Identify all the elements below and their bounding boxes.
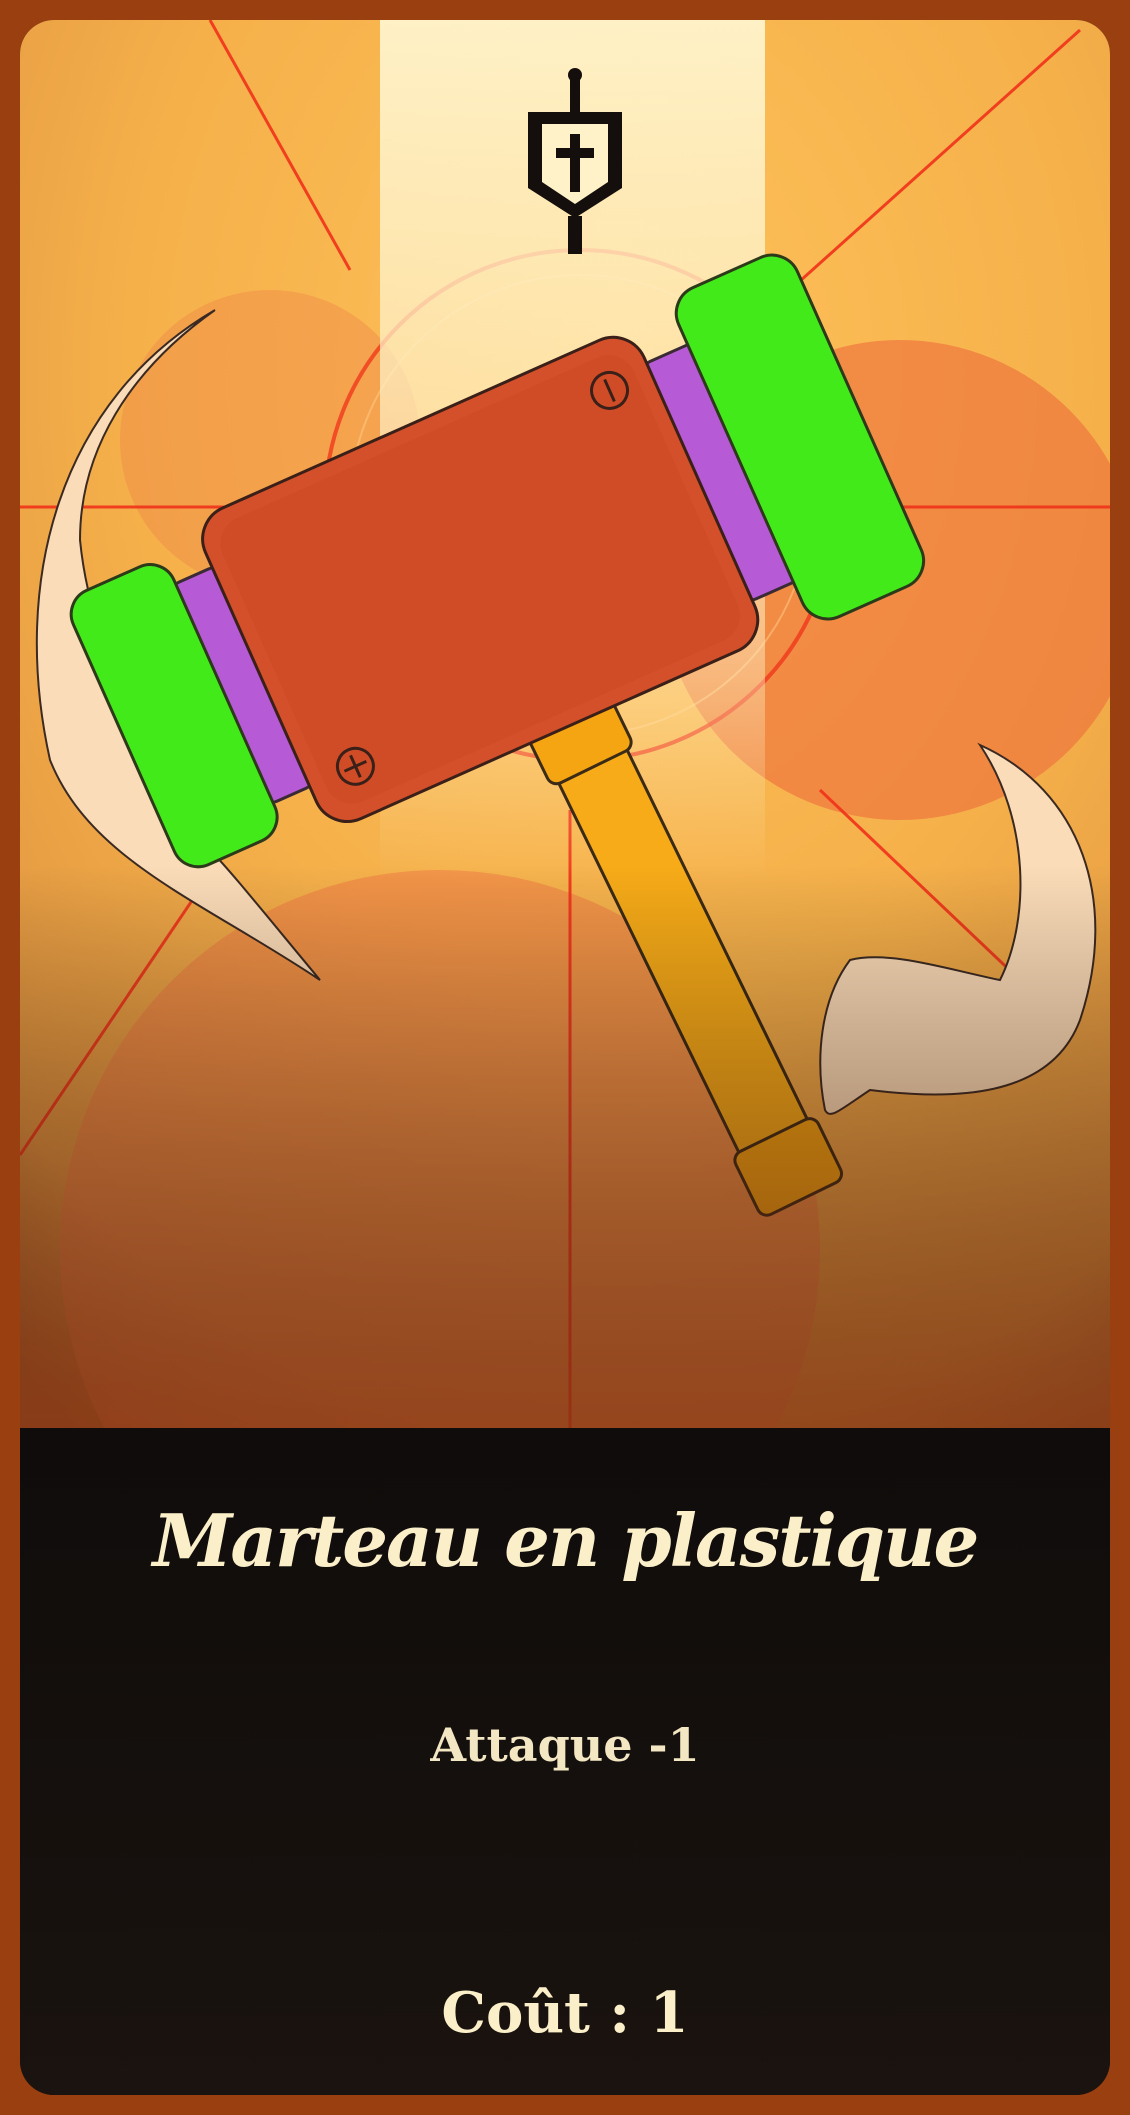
card-illustration (20, 20, 1110, 1428)
card-effect: Attaque -1 (430, 1718, 700, 1772)
card-title: Marteau en plastique (152, 1498, 980, 1583)
card-cost: Coût : 1 (441, 1980, 689, 2046)
card-text-panel: Marteau en plastique Attaque -1 Coût : 1 (20, 1428, 1110, 2095)
card-frame: Marteau en plastique Attaque -1 Coût : 1 (0, 0, 1130, 2115)
card-body[interactable]: Marteau en plastique Attaque -1 Coût : 1 (20, 20, 1110, 2095)
hammer-illustration (20, 20, 1110, 1428)
